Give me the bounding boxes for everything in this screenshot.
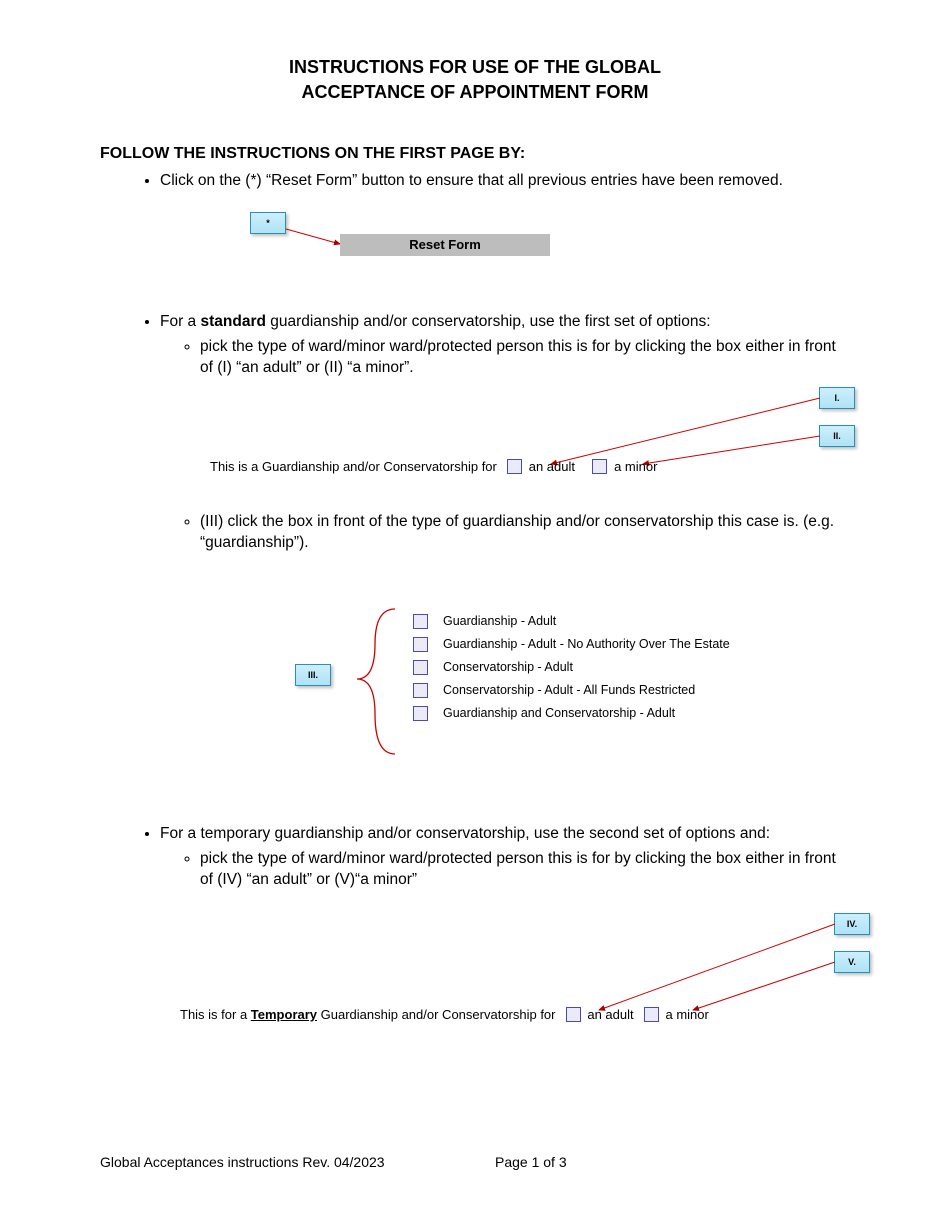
bullet-standard-sub2: (III) click the box in front of the type… <box>200 512 850 554</box>
page-footer: Global Acceptances instructions Rev. 04/… <box>100 1154 850 1170</box>
sentence-standard: This is a Guardianship and/or Conservato… <box>210 459 657 474</box>
type-label-3: Conservatorship - Adult - All Funds Rest… <box>443 683 695 697</box>
checkbox-minor-standard[interactable] <box>592 459 607 474</box>
type-label-0: Guardianship - Adult <box>443 614 556 628</box>
callout-roman-3: III. <box>295 664 331 686</box>
arrow-I <box>551 398 820 464</box>
type-row-4: Guardianship and Conservatorship - Adult <box>410 706 730 721</box>
diagram-standard-options: I. II. This is a Guardianship and/or Con… <box>100 387 850 487</box>
diagram-reset: * Reset Form <box>250 212 850 282</box>
type-label-1: Guardianship - Adult - No Authority Over… <box>443 637 730 651</box>
bullet-reset: Click on the (*) “Reset Form” button to … <box>160 171 850 192</box>
reset-form-button[interactable]: Reset Form <box>340 234 550 256</box>
page-title: INSTRUCTIONS FOR USE OF THE GLOBAL ACCEP… <box>100 55 850 105</box>
label-minor-standard: a minor <box>614 459 657 474</box>
checkbox-type-3[interactable] <box>413 683 428 698</box>
checkbox-type-1[interactable] <box>413 637 428 652</box>
section-heading: FOLLOW THE INSTRUCTIONS ON THE FIRST PAG… <box>100 145 850 163</box>
type-row-2: Conservatorship - Adult <box>410 660 730 675</box>
bullet-temporary-sub1: pick the type of ward/minor ward/protect… <box>200 849 850 891</box>
type-row-0: Guardianship - Adult <box>410 614 730 629</box>
bullet-standard-bold: standard <box>200 313 265 330</box>
arrow-star-to-reset <box>286 229 340 244</box>
type-row-1: Guardianship - Adult - No Authority Over… <box>410 637 730 652</box>
arrow-IV <box>599 924 835 1010</box>
label-adult-standard: an adult <box>529 459 575 474</box>
bullet-temporary-text: For a temporary guardianship and/or cons… <box>160 825 770 842</box>
brace-icon <box>357 609 395 754</box>
bullet-standard-pre: For a <box>160 313 200 330</box>
title-line-2: ACCEPTANCE OF APPOINTMENT FORM <box>302 82 649 102</box>
footer-page-number: Page 1 of 3 <box>455 1154 850 1170</box>
sentence-temp-pre: This is for a <box>180 1007 251 1022</box>
diagram-type-list: III. Guardianship - Adult Guardianship -… <box>100 604 850 784</box>
sentence-temporary: This is for a Temporary Guardianship and… <box>180 1007 709 1022</box>
bullet-standard-sub1: pick the type of ward/minor ward/protect… <box>200 337 850 379</box>
label-minor-temporary: a minor <box>665 1007 708 1022</box>
footer-revision: Global Acceptances instructions Rev. 04/… <box>100 1154 455 1170</box>
checkbox-type-0[interactable] <box>413 614 428 629</box>
title-line-1: INSTRUCTIONS FOR USE OF THE GLOBAL <box>289 57 661 77</box>
checkbox-adult-temporary[interactable] <box>566 1007 581 1022</box>
bullet-standard-post: guardianship and/or conservatorship, use… <box>266 313 711 330</box>
arrow-II <box>643 436 820 464</box>
arrow-V <box>693 962 835 1010</box>
label-adult-temporary: an adult <box>587 1007 633 1022</box>
checkbox-minor-temporary[interactable] <box>644 1007 659 1022</box>
diagram-temporary-options: IV. V. This is for a Temporary Guardians… <box>100 895 850 1045</box>
checkbox-type-4[interactable] <box>413 706 428 721</box>
type-label-2: Conservatorship - Adult <box>443 660 573 674</box>
sentence-temp-post: Guardianship and/or Conservatorship for <box>317 1007 555 1022</box>
checkbox-adult-standard[interactable] <box>507 459 522 474</box>
type-label-4: Guardianship and Conservatorship - Adult <box>443 706 675 720</box>
type-row-3: Conservatorship - Adult - All Funds Rest… <box>410 683 730 698</box>
sentence-temp-bold: Temporary <box>251 1007 317 1022</box>
sentence-standard-text: This is a Guardianship and/or Conservato… <box>210 459 497 474</box>
bullet-temporary: For a temporary guardianship and/or cons… <box>160 824 850 891</box>
checkbox-type-2[interactable] <box>413 660 428 675</box>
bullet-standard: For a standard guardianship and/or conse… <box>160 312 850 379</box>
